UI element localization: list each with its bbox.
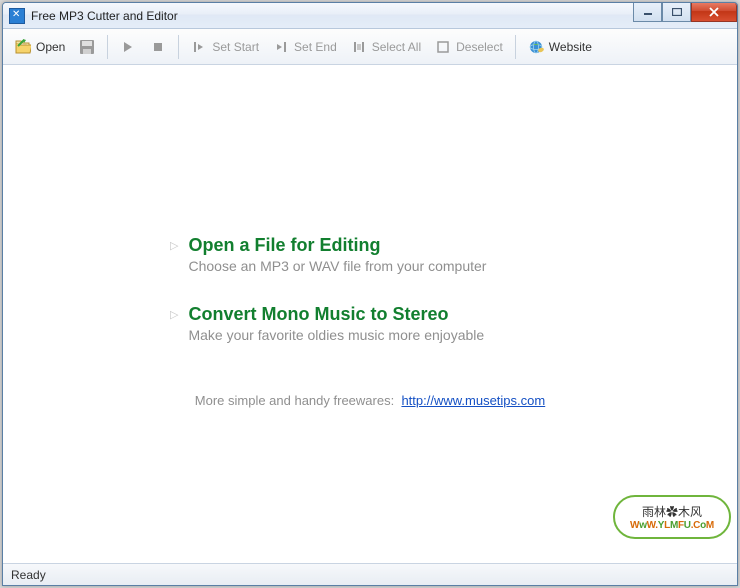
set-start-label: Set Start [212, 40, 259, 54]
open-file-subtitle: Choose an MP3 or WAV file from your comp… [188, 258, 486, 274]
toolbar-separator [178, 35, 179, 59]
convert-stereo-link[interactable]: Convert Mono Music to Stereo [188, 304, 484, 325]
select-all-label: Select All [372, 40, 421, 54]
set-end-icon [273, 39, 289, 55]
watermark-badge: 雨林✿木风 WwW.YLMFU.CoM [613, 495, 731, 539]
save-button[interactable] [73, 35, 101, 59]
convert-stereo-subtitle: Make your favorite oldies music more enj… [188, 327, 484, 343]
play-button[interactable] [114, 35, 142, 59]
set-end-label: Set End [294, 40, 337, 54]
more-freeware-line: More simple and handy freewares: http://… [3, 393, 737, 408]
status-text: Ready [11, 568, 46, 582]
watermark-cn: 雨林✿木风 [642, 503, 702, 520]
window-title: Free MP3 Cutter and Editor [31, 9, 178, 23]
toolbar: Open Set Start [3, 29, 737, 65]
select-all-button[interactable]: Select All [345, 35, 427, 59]
deselect-icon [435, 39, 451, 55]
welcome-convert-block: ▷ Convert Mono Music to Stereo Make your… [170, 304, 570, 343]
maximize-button[interactable] [662, 3, 691, 22]
musetips-link[interactable]: http://www.musetips.com [401, 393, 545, 408]
set-start-button[interactable]: Set Start [185, 35, 265, 59]
welcome-open-block: ▷ Open a File for Editing Choose an MP3 … [170, 235, 570, 274]
open-button[interactable]: Open [9, 35, 71, 59]
toolbar-separator [515, 35, 516, 59]
folder-open-icon [15, 39, 31, 55]
play-icon [120, 39, 136, 55]
deselect-label: Deselect [456, 40, 503, 54]
set-end-button[interactable]: Set End [267, 35, 343, 59]
minimize-button[interactable] [633, 3, 662, 22]
website-label: Website [549, 40, 592, 54]
set-start-icon [191, 39, 207, 55]
app-window: Free MP3 Cutter and Editor Open [2, 2, 738, 586]
content-area: ▷ Open a File for Editing Choose an MP3 … [3, 65, 737, 563]
close-button[interactable] [691, 3, 737, 22]
titlebar[interactable]: Free MP3 Cutter and Editor [3, 3, 737, 29]
more-text: More simple and handy freewares: [195, 393, 394, 408]
select-all-icon [351, 39, 367, 55]
open-file-link[interactable]: Open a File for Editing [188, 235, 486, 256]
deselect-button[interactable]: Deselect [429, 35, 509, 59]
app-icon [9, 8, 25, 24]
website-button[interactable]: Website [522, 35, 598, 59]
open-label: Open [36, 40, 65, 54]
window-controls [633, 3, 737, 22]
watermark-url: WwW.YLMFU.CoM [630, 520, 714, 531]
stop-icon [150, 39, 166, 55]
stop-button[interactable] [144, 35, 172, 59]
globe-icon [528, 39, 544, 55]
chevron-right-icon: ▷ [170, 308, 178, 321]
status-bar: Ready [3, 563, 737, 585]
chevron-right-icon: ▷ [170, 239, 178, 252]
toolbar-separator [107, 35, 108, 59]
save-icon [79, 39, 95, 55]
